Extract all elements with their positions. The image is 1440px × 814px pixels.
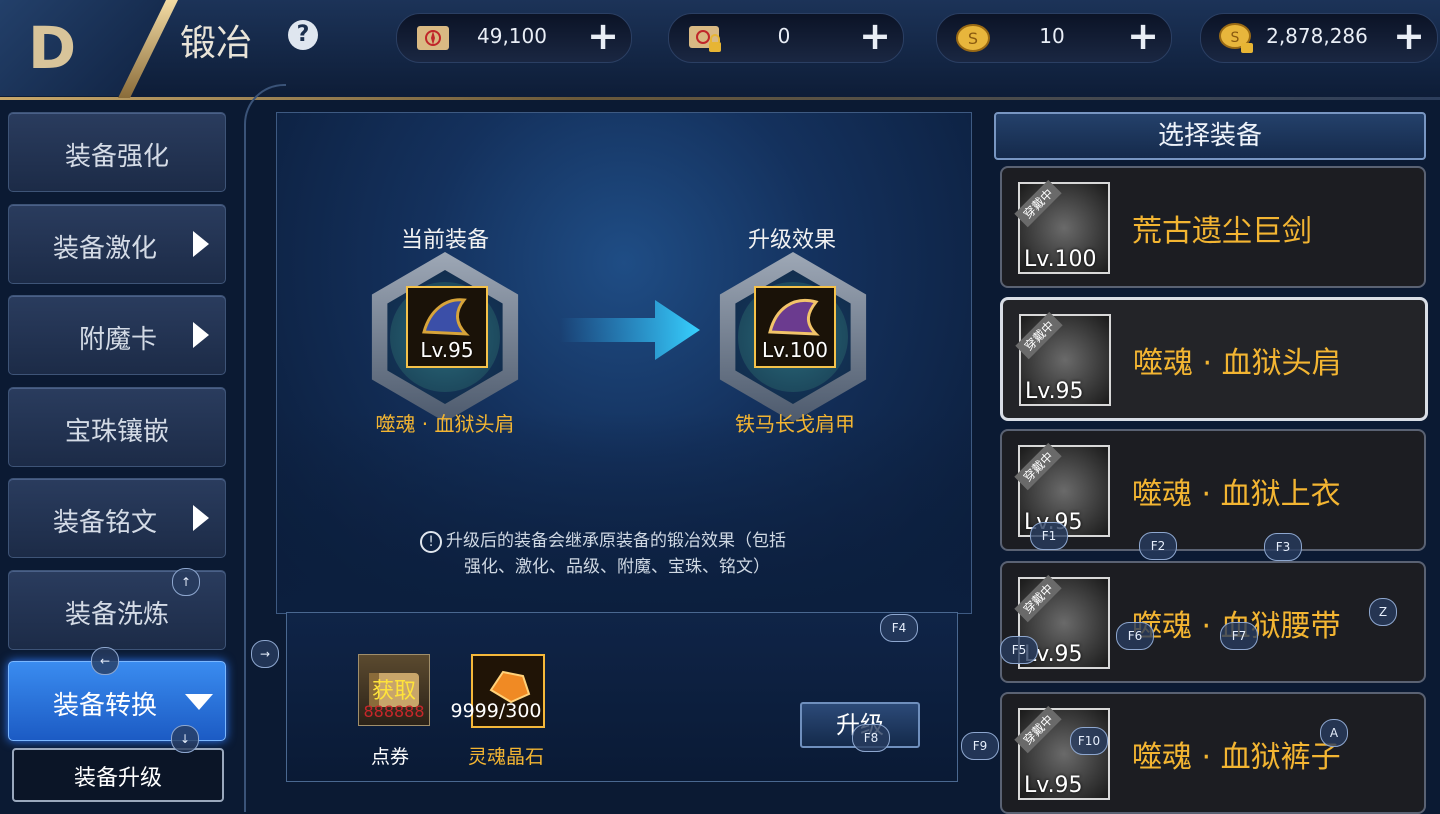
item-level: Lv.95 bbox=[420, 338, 474, 362]
currency-value: 49,100 bbox=[477, 24, 547, 48]
sidebar-item-label: 装备转换 bbox=[52, 691, 157, 721]
shoulder-armor-icon bbox=[422, 298, 470, 336]
equipment-item[interactable]: 穿戴中 Lv.95 噬魂 · 血狱腰带 bbox=[1000, 561, 1426, 683]
inheritance-note: ! 升级后的装备会继承原装备的锻冶效果（包括 强化、激化、品级、附魔、宝珠、铭文） bbox=[420, 528, 840, 580]
equipped-tag: 穿戴中 bbox=[1014, 442, 1062, 491]
sidebar-item-label: 宝珠镶嵌 bbox=[64, 417, 169, 447]
purple-shoulder-armor-icon bbox=[768, 299, 820, 336]
sidebar-item-label: 附魔卡 bbox=[78, 325, 157, 355]
equipment-item-selected[interactable]: 穿戴中 Lv.95 噬魂 · 血狱头肩 bbox=[1000, 297, 1428, 421]
locked-scroll-icon bbox=[689, 26, 721, 52]
key-hint-left[interactable]: ← bbox=[91, 647, 119, 675]
key-hint-f7[interactable]: F7 bbox=[1220, 622, 1258, 650]
add-coin-button[interactable]: + bbox=[1127, 16, 1159, 56]
key-hint-a[interactable]: A bbox=[1320, 719, 1348, 747]
info-icon: ! bbox=[420, 531, 442, 553]
item-level: Lv.95 bbox=[1024, 773, 1083, 798]
upgrade-result-label: 升级效果 bbox=[747, 228, 836, 253]
svg-text:S: S bbox=[968, 29, 978, 48]
equipment-thumbnail: 穿戴中 Lv.100 bbox=[1014, 179, 1110, 274]
key-hint-right[interactable]: → bbox=[251, 640, 279, 668]
sidebar-item-label: 装备激化 bbox=[52, 234, 157, 264]
currency-value: 10 bbox=[1039, 24, 1065, 48]
background-mist bbox=[277, 413, 971, 613]
key-hint-up[interactable]: ↑ bbox=[172, 568, 200, 596]
page-title: 锻冶 bbox=[180, 23, 253, 64]
currency-value: 2,878,286 bbox=[1266, 24, 1368, 48]
get-ticket-link[interactable]: 获取 bbox=[359, 673, 429, 705]
sidebar-item-label: 装备铭文 bbox=[52, 508, 157, 538]
add-locked-scroll-button[interactable]: + bbox=[859, 16, 891, 56]
sidebar-item-enchant-card[interactable]: 附魔卡 bbox=[8, 295, 226, 375]
key-hint-f1[interactable]: F1 bbox=[1030, 522, 1068, 550]
key-hint-f2[interactable]: F2 bbox=[1139, 532, 1177, 560]
ticket-count: 888888 bbox=[363, 702, 425, 721]
crystal-label: 灵魂晶石 bbox=[467, 746, 544, 768]
svg-text:S: S bbox=[1231, 30, 1240, 46]
add-locked-coin-button[interactable]: + bbox=[1393, 16, 1425, 56]
equipped-tag: 穿戴中 bbox=[1014, 574, 1062, 623]
current-item-name: 噬魂 · 血狱头肩 bbox=[375, 412, 515, 436]
item-level: Lv.100 bbox=[1024, 247, 1097, 272]
equipment-name: 噬魂 · 血狱上衣 bbox=[1132, 477, 1341, 512]
ticket-label: 点券 bbox=[370, 746, 409, 768]
currency-coin: S 10 + bbox=[936, 13, 1172, 63]
equipment-thumbnail: 穿戴中 Lv.95 bbox=[1014, 442, 1110, 537]
sidebar-item-enhance[interactable]: 装备强化 bbox=[8, 112, 226, 192]
sidebar-subitem-upgrade[interactable]: 装备升级 bbox=[12, 748, 224, 802]
result-item-name: 铁马长戈肩甲 bbox=[735, 412, 855, 436]
chevron-down-icon bbox=[185, 694, 213, 710]
currency-scroll: 49,100 + bbox=[396, 13, 632, 63]
equipment-name: 噬魂 · 血狱头肩 bbox=[1133, 346, 1342, 381]
equipment-name: 噬魂 · 血狱裤子 bbox=[1132, 740, 1341, 775]
ticket-cost-slot[interactable]: 获取 888888 bbox=[358, 654, 430, 726]
sidebar-item-amplify[interactable]: 装备激化 bbox=[8, 204, 226, 284]
locked-gold-coin-icon: S bbox=[1219, 23, 1253, 53]
currency-locked-coin: S 2,878,286 + bbox=[1200, 13, 1438, 63]
key-hint-f6[interactable]: F6 bbox=[1116, 622, 1154, 650]
currency-locked-scroll: 0 + bbox=[668, 13, 904, 63]
key-hint-f8[interactable]: F8 bbox=[852, 724, 890, 752]
sidebar-subitem-label: 装备升级 bbox=[73, 766, 162, 791]
key-hint-z[interactable]: Z bbox=[1369, 598, 1397, 626]
chevron-right-icon bbox=[193, 505, 209, 531]
key-hint-f4[interactable]: F4 bbox=[880, 614, 918, 642]
question-icon[interactable]: ? bbox=[288, 20, 318, 50]
result-item-slot[interactable]: Lv.100 bbox=[754, 286, 836, 368]
select-equipment-header: 选择装备 bbox=[994, 112, 1426, 160]
equipment-item[interactable]: 穿戴中 Lv.95 噬魂 · 血狱裤子 bbox=[1000, 692, 1426, 814]
sidebar-item-inscription[interactable]: 装备铭文 bbox=[8, 478, 226, 558]
chevron-right-icon bbox=[193, 322, 209, 348]
key-hint-f9[interactable]: F9 bbox=[961, 732, 999, 760]
add-scroll-button[interactable]: + bbox=[587, 16, 619, 56]
equipment-item[interactable]: 穿戴中 Lv.100 荒古遗尘巨剑 bbox=[1000, 166, 1426, 288]
equipment-thumbnail: 穿戴中 Lv.95 bbox=[1015, 311, 1111, 406]
crystal-count: 9999/300 bbox=[450, 700, 542, 722]
item-level: Lv.100 bbox=[762, 338, 828, 362]
item-level: Lv.95 bbox=[1025, 379, 1084, 404]
key-hint-f5[interactable]: F5 bbox=[1000, 636, 1038, 664]
current-equipment-label: 当前装备 bbox=[400, 228, 489, 253]
sidebar-item-label: 装备强化 bbox=[64, 142, 169, 172]
back-icon: D bbox=[28, 14, 76, 82]
equipped-tag: 穿戴中 bbox=[1014, 179, 1062, 228]
chevron-right-icon bbox=[193, 231, 209, 257]
equipped-tag: 穿戴中 bbox=[1015, 311, 1063, 360]
equipment-name: 荒古遗尘巨剑 bbox=[1132, 214, 1312, 249]
key-hint-f3[interactable]: F3 bbox=[1264, 533, 1302, 561]
current-item-slot[interactable]: Lv.95 bbox=[406, 286, 488, 368]
sidebar-item-gem-socket[interactable]: 宝珠镶嵌 bbox=[8, 387, 226, 467]
sidebar-item-label: 装备洗炼 bbox=[64, 600, 169, 630]
equipped-tag: 穿戴中 bbox=[1014, 705, 1062, 754]
arrow-right-icon bbox=[560, 300, 700, 360]
key-hint-down[interactable]: ↓ bbox=[171, 725, 199, 753]
red-seal-scroll-icon bbox=[417, 26, 449, 50]
key-hint-f10[interactable]: F10 bbox=[1070, 727, 1108, 755]
gold-coin-icon: S bbox=[956, 24, 990, 52]
currency-value: 0 bbox=[777, 24, 791, 48]
